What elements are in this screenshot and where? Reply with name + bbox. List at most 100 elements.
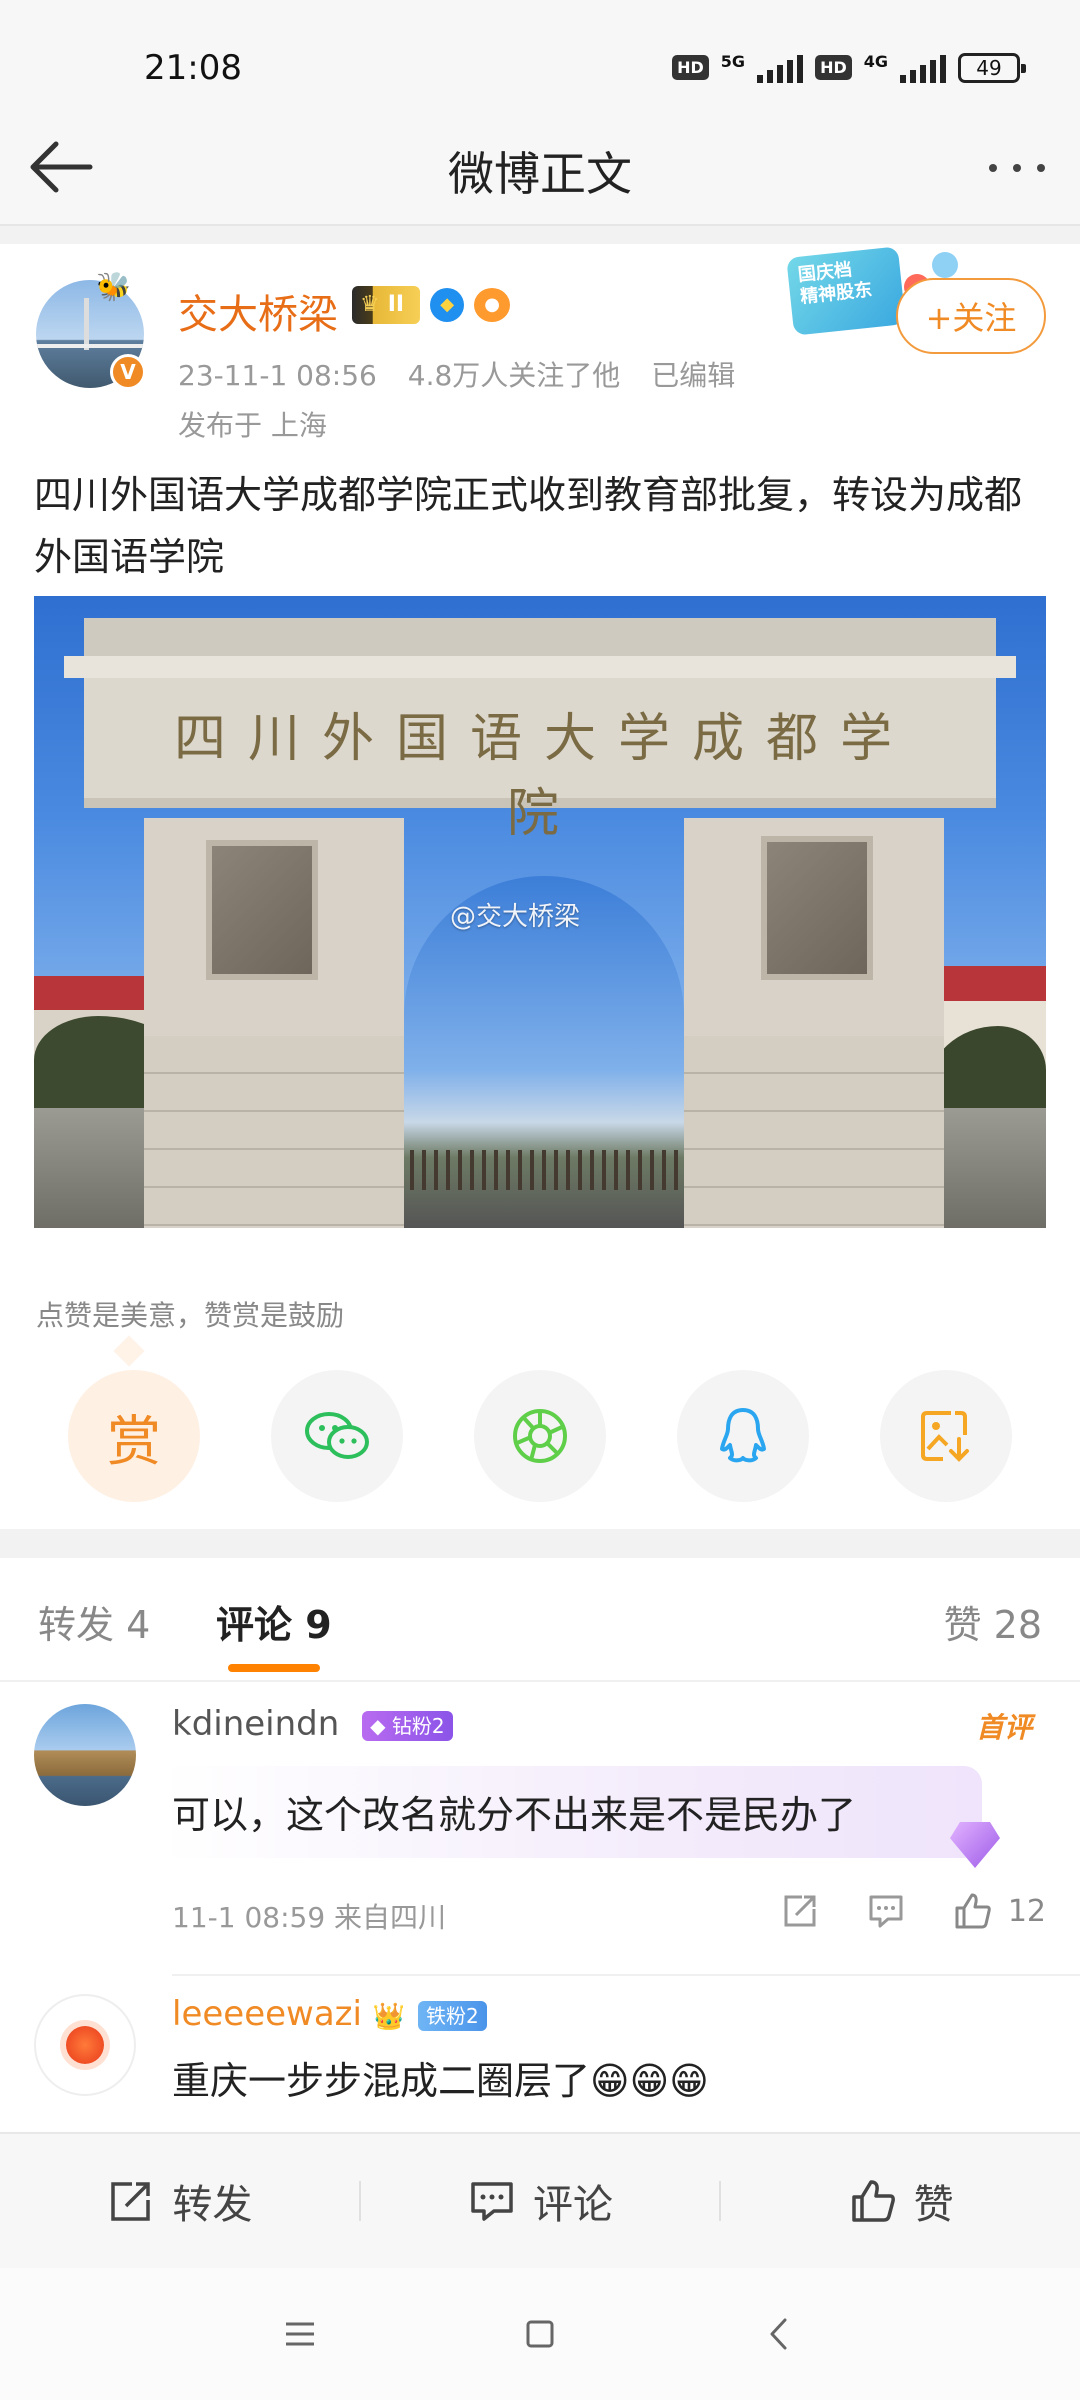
commenter-name-row: kdineindn ◆ 钻粉2 bbox=[172, 1704, 453, 1744]
microphone-icon bbox=[66, 2026, 104, 2064]
share-row: 赏 bbox=[68, 1370, 1012, 1504]
comment-divider bbox=[172, 1974, 1080, 1976]
reward-label: 赏 bbox=[107, 1409, 161, 1473]
vip-level-label: II bbox=[387, 292, 405, 317]
post-timestamp: 23-11-1 08:56 bbox=[178, 359, 377, 392]
comment-button[interactable]: 评论 bbox=[361, 2172, 720, 2230]
fish-badge-icon[interactable]: ● bbox=[474, 288, 511, 322]
repost-label: 转发 bbox=[172, 2182, 253, 2228]
repost-icon[interactable] bbox=[780, 1891, 820, 1931]
share-qq-button[interactable] bbox=[677, 1370, 809, 1502]
like-button[interactable]: 赞 bbox=[721, 2172, 1080, 2230]
comment-text: 重庆一步步混成二圈层了😁😁😁 bbox=[172, 2059, 709, 2103]
share-wechat-button[interactable] bbox=[271, 1370, 403, 1502]
crown-icon: 👑 bbox=[372, 2002, 406, 2032]
thumbs-up-icon bbox=[955, 1893, 991, 1929]
arch-cornice bbox=[64, 656, 1016, 678]
battery-icon: 49 bbox=[958, 52, 1026, 83]
verified-shield-icon[interactable]: ◆ bbox=[430, 288, 465, 322]
comment-text: 可以，这个改名就分不出来是不是民办了 bbox=[172, 1793, 857, 1837]
commenter-avatar[interactable] bbox=[34, 1994, 136, 2096]
battery-level: 49 bbox=[976, 55, 1002, 80]
thumbs-up-icon bbox=[851, 2180, 895, 2222]
bottom-action-bar: 转发 评论 赞 bbox=[0, 2132, 1080, 2268]
wechat-icon bbox=[305, 1412, 369, 1459]
tab-comments[interactable]: 评论 9 bbox=[216, 1594, 332, 1649]
fan-badge-label: 钻粉2 bbox=[391, 1713, 445, 1738]
moments-icon bbox=[513, 1409, 567, 1463]
verified-badge-icon: V bbox=[110, 354, 146, 390]
hd-badge: HD bbox=[815, 55, 852, 80]
post-meta: 23-11-1 08:56 4.8万人关注了他 已编辑 bbox=[178, 354, 757, 394]
post-text: 四川外国语大学成都学院正式收到教育部批复，转设为成都外国语学院 bbox=[34, 473, 1023, 579]
reply-icon[interactable] bbox=[866, 1891, 906, 1931]
bridge-deck-shape bbox=[36, 344, 144, 348]
edited-label[interactable]: 已编辑 bbox=[651, 359, 735, 392]
vip-level-badge[interactable]: ♛ II bbox=[352, 286, 421, 324]
diamond-decoration-icon bbox=[950, 1822, 1000, 1868]
reward-hint-pointer bbox=[113, 1335, 145, 1367]
author-name[interactable]: 交大桥梁 bbox=[178, 282, 338, 340]
iron-gate bbox=[410, 1150, 678, 1190]
comment-actions: 12 bbox=[780, 1890, 1046, 1932]
commenter-avatar[interactable] bbox=[34, 1704, 136, 1806]
active-tab-indicator bbox=[228, 1664, 320, 1672]
repost-icon bbox=[111, 2182, 151, 2221]
fan-badge[interactable]: ◆ 钻粉2 bbox=[362, 1710, 453, 1741]
reward-button[interactable]: 赏 bbox=[68, 1370, 200, 1502]
activity-sticker[interactable]: 国庆档 精神股东 bbox=[786, 246, 906, 336]
avatar-decoration-icon: 🐝 bbox=[96, 270, 131, 303]
more-dot-icon bbox=[989, 164, 997, 172]
qq-icon bbox=[720, 1408, 766, 1463]
top-nav-bar: 微博正文 bbox=[0, 108, 1080, 226]
arch-top bbox=[84, 618, 996, 658]
more-dot-icon bbox=[1013, 164, 1021, 172]
post-tabs: 转发 4 评论 9 赞 28 bbox=[0, 1558, 1080, 1682]
page-title: 微博正文 bbox=[448, 147, 632, 201]
comment-like-count: 12 bbox=[1007, 1893, 1046, 1929]
more-options-button[interactable] bbox=[982, 148, 1052, 188]
post-location: 发布于 上海 bbox=[178, 409, 327, 442]
status-time: 21:08 bbox=[144, 48, 242, 88]
post-card: 🐝 V 交大桥梁 ♛ II ◆ ● 23-11-1 08:56 4.8万人关注了… bbox=[0, 244, 1080, 1529]
bridge-tower-shape bbox=[84, 298, 89, 350]
author-followers: 4.8万人关注了他 bbox=[407, 359, 621, 392]
first-comment-badge: 首评 bbox=[975, 1711, 1032, 1744]
system-nav-bar bbox=[0, 2268, 1080, 2400]
save-image-button[interactable] bbox=[880, 1370, 1012, 1502]
comment-like-button[interactable]: 12 bbox=[952, 1890, 1046, 1932]
post-image[interactable]: 四川外国语大学成都学院 @交大桥梁 bbox=[34, 596, 1046, 1228]
comment-icon bbox=[471, 2182, 513, 2221]
back-nav-icon[interactable] bbox=[760, 2314, 800, 2354]
commenter-name[interactable]: kdineindn bbox=[172, 1704, 339, 1744]
comments-section: 转发 4 评论 9 赞 28 kdineindn ◆ 钻粉2 首评 可以，这个改… bbox=[0, 1558, 1080, 2132]
fan-badge[interactable]: 铁粉2 bbox=[417, 2000, 487, 2031]
network-5g-label: 5G bbox=[720, 52, 746, 71]
arch-stone-base-left bbox=[144, 1036, 404, 1226]
more-dot-icon bbox=[1037, 164, 1045, 172]
commenter-name-row: leeeeewazi 👑 铁粉2 bbox=[172, 1994, 487, 2034]
menu-icon[interactable] bbox=[280, 2314, 320, 2354]
crown-icon: ♛ bbox=[360, 292, 380, 317]
follow-button[interactable]: +关注 bbox=[896, 278, 1046, 354]
network-4g-label: 4G bbox=[863, 52, 888, 71]
tab-likes[interactable]: 赞 28 bbox=[944, 1594, 1042, 1649]
signal-strength-icon bbox=[900, 53, 946, 83]
tab-repost[interactable]: 转发 4 bbox=[38, 1594, 150, 1649]
comment-item: kdineindn ◆ 钻粉2 首评 可以，这个改名就分不出来是不是民办了 11… bbox=[0, 1704, 1080, 1978]
save-image-icon bbox=[921, 1411, 969, 1462]
author-avatar[interactable]: 🐝 V bbox=[36, 270, 146, 390]
share-moments-button[interactable] bbox=[474, 1370, 606, 1502]
home-icon[interactable] bbox=[520, 2314, 560, 2354]
status-bar: 21:08 HD 5G HD 4G 49 bbox=[0, 0, 1080, 108]
fan-badge-label: 铁粉2 bbox=[425, 2003, 479, 2028]
repost-button[interactable]: 转发 bbox=[0, 2172, 359, 2230]
commenter-name[interactable]: leeeeewazi bbox=[172, 1994, 362, 2034]
comment-item: leeeeewazi 👑 铁粉2 重庆一步步混成二圈层了😁😁😁 bbox=[0, 1994, 1080, 2132]
hd-badge: HD bbox=[672, 55, 709, 80]
building-roof-right bbox=[926, 966, 1046, 1002]
author-badges: ♛ II ◆ ● bbox=[352, 286, 511, 324]
relief-sculpture-right bbox=[761, 836, 873, 980]
relief-sculpture-left bbox=[206, 840, 318, 980]
comment-meta: 11-1 08:59 来自四川 bbox=[172, 1901, 447, 1934]
